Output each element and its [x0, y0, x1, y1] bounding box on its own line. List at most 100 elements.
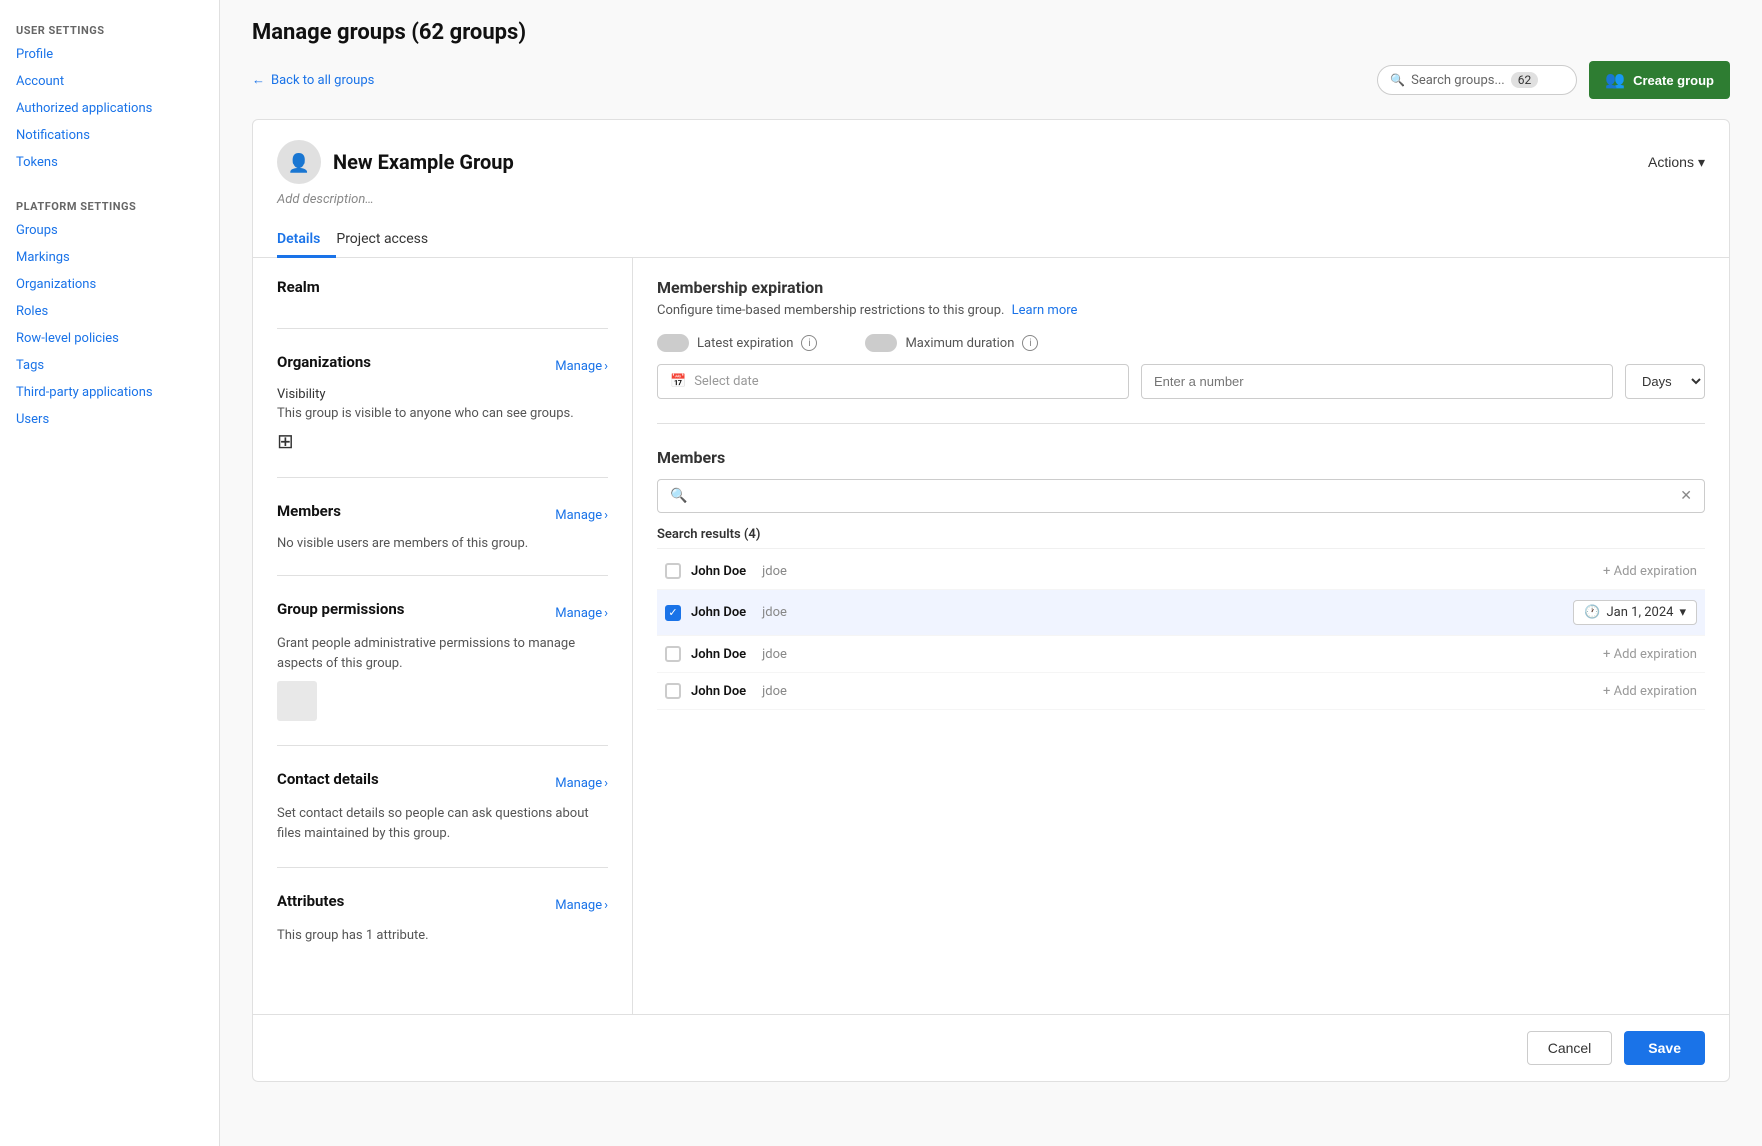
membership-desc-text: Configure time-based membership restrict… [657, 303, 1004, 318]
days-select[interactable]: Days [1625, 364, 1705, 399]
sidebar-item-roles[interactable]: Roles [0, 298, 219, 325]
member-name-4: John Doe [691, 684, 746, 699]
add-expiration-btn-1[interactable]: + Add expiration [1603, 564, 1697, 579]
member-username-3: jdoe [762, 647, 787, 662]
member-search-input[interactable] [695, 489, 1672, 504]
avatar-person-icon [288, 150, 310, 174]
check-icon-2 [668, 606, 677, 619]
contact-details-manage-label: Manage [555, 776, 602, 791]
main-content: Manage groups (62 groups) Back to all gr… [220, 0, 1762, 1146]
sidebar-item-row-level-policies[interactable]: Row-level policies [0, 325, 219, 352]
permissions-placeholder-box [277, 681, 317, 721]
maximum-duration-info-icon[interactable]: i [1022, 335, 1038, 351]
clear-search-icon[interactable]: ✕ [1680, 488, 1692, 504]
members-manage-link[interactable]: Manage [555, 508, 608, 523]
attributes-manage-link[interactable]: Manage [555, 898, 608, 913]
member-name-1: John Doe [691, 564, 746, 579]
sidebar-item-groups[interactable]: Groups [0, 217, 219, 244]
sidebar-item-markings[interactable]: Markings [0, 244, 219, 271]
left-column: Realm Organizations Manage Visibility Th… [253, 258, 633, 1014]
group-tabs: Details Project access [253, 207, 1729, 258]
sidebar-item-notifications[interactable]: Notifications [0, 122, 219, 149]
right-column: Membership expiration Configure time-bas… [633, 258, 1729, 1014]
sidebar-item-profile[interactable]: Profile [0, 41, 219, 68]
membership-expiration-title: Membership expiration [657, 278, 1705, 297]
card-body: Realm Organizations Manage Visibility Th… [253, 258, 1729, 1014]
attributes-desc: This group has 1 attribute. [277, 926, 608, 946]
create-group-label: Create group [1633, 73, 1714, 88]
member-row: John Doe jdoe + Add expiration [657, 553, 1705, 590]
latest-expiration-info-icon[interactable]: i [801, 335, 817, 351]
sidebar-item-third-party-applications[interactable]: Third-party applications [0, 379, 219, 406]
expiration-date-label-2: Jan 1, 2024 [1607, 605, 1674, 620]
select-date-input[interactable]: Select date [657, 364, 1129, 399]
group-permissions-section: Group permissions Manage Grant people ad… [277, 600, 608, 746]
search-groups-box[interactable]: Search groups... 62 [1377, 65, 1577, 95]
sidebar-item-authorized-applications[interactable]: Authorized applications [0, 95, 219, 122]
add-expiration-btn-3[interactable]: + Add expiration [1603, 647, 1697, 662]
no-members-text: No visible users are members of this gro… [277, 536, 608, 551]
latest-expiration-toggle-item: Latest expiration i [657, 334, 817, 352]
organizations-title: Organizations [277, 353, 371, 371]
latest-expiration-toggle[interactable] [657, 334, 689, 352]
search-count-badge: 62 [1511, 72, 1539, 88]
member-checkbox-2[interactable] [665, 605, 681, 621]
group-name: New Example Group [333, 150, 514, 174]
contact-details-desc: Set contact details so people can ask qu… [277, 804, 608, 843]
expiration-date-badge-2[interactable]: Jan 1, 2024 [1573, 600, 1697, 625]
maximum-duration-label: Maximum duration [905, 336, 1014, 351]
back-link[interactable]: Back to all groups [252, 72, 374, 88]
attributes-section: Attributes Manage This group has 1 attri… [277, 892, 608, 970]
group-permissions-manage-link[interactable]: Manage [555, 606, 608, 621]
member-checkbox-1[interactable] [665, 563, 681, 579]
member-name-3: John Doe [691, 647, 746, 662]
member-row: John Doe jdoe + Add expiration [657, 673, 1705, 710]
chevron-right-icon [604, 359, 608, 374]
group-description[interactable]: Add description… [253, 184, 1729, 207]
save-button[interactable]: Save [1624, 1031, 1705, 1065]
member-row: John Doe jdoe + Add expiration [657, 636, 1705, 673]
create-group-button[interactable]: 👥 Create group [1589, 61, 1730, 99]
learn-more-link[interactable]: Learn more [1012, 303, 1078, 318]
grid-icon: ⊞ [277, 429, 294, 453]
add-expiration-label-1: + Add expiration [1603, 564, 1697, 579]
sidebar-item-tokens[interactable]: Tokens [0, 149, 219, 176]
sidebar-item-users[interactable]: Users [0, 406, 219, 433]
calendar-icon [670, 374, 686, 389]
maximum-duration-toggle[interactable] [865, 334, 897, 352]
card-footer: Cancel Save [253, 1014, 1729, 1081]
member-name-2: John Doe [691, 605, 746, 620]
sidebar-item-tags[interactable]: Tags [0, 352, 219, 379]
clock-icon-2 [1584, 605, 1600, 620]
create-group-person-icon: 👥 [1605, 70, 1625, 90]
attributes-manage-label: Manage [555, 898, 602, 913]
right-members-title: Members [657, 448, 1705, 467]
enter-number-input[interactable] [1141, 364, 1613, 399]
latest-expiration-label: Latest expiration [697, 336, 793, 351]
member-search-icon: 🔍 [670, 488, 687, 504]
sidebar-item-organizations[interactable]: Organizations [0, 271, 219, 298]
organizations-manage-link[interactable]: Manage [555, 359, 608, 374]
user-settings-label: USER SETTINGS [0, 16, 219, 41]
contact-details-manage-link[interactable]: Manage [555, 776, 608, 791]
actions-button[interactable]: Actions [1648, 154, 1705, 171]
member-checkbox-3[interactable] [665, 646, 681, 662]
tab-project-access[interactable]: Project access [336, 223, 444, 258]
sidebar-item-account[interactable]: Account [0, 68, 219, 95]
actions-label: Actions [1648, 154, 1694, 170]
attributes-title: Attributes [277, 892, 344, 910]
left-members-section: Members Manage No visible users are memb… [277, 502, 608, 576]
member-checkbox-4[interactable] [665, 683, 681, 699]
group-header: New Example Group Actions [253, 120, 1729, 184]
toggle-row: Latest expiration i Maximum duration i [657, 334, 1705, 352]
contact-details-title: Contact details [277, 770, 379, 788]
members-manage-label: Manage [555, 508, 602, 523]
chevron-down-icon [1698, 154, 1705, 171]
membership-expiration-desc: Configure time-based membership restrict… [657, 303, 1705, 318]
cancel-button[interactable]: Cancel [1527, 1031, 1613, 1065]
members-title: Members [277, 502, 341, 520]
tab-details[interactable]: Details [277, 223, 336, 258]
chevron-right-icon-contact [604, 776, 608, 791]
group-avatar [277, 140, 321, 184]
add-expiration-btn-4[interactable]: + Add expiration [1603, 684, 1697, 699]
